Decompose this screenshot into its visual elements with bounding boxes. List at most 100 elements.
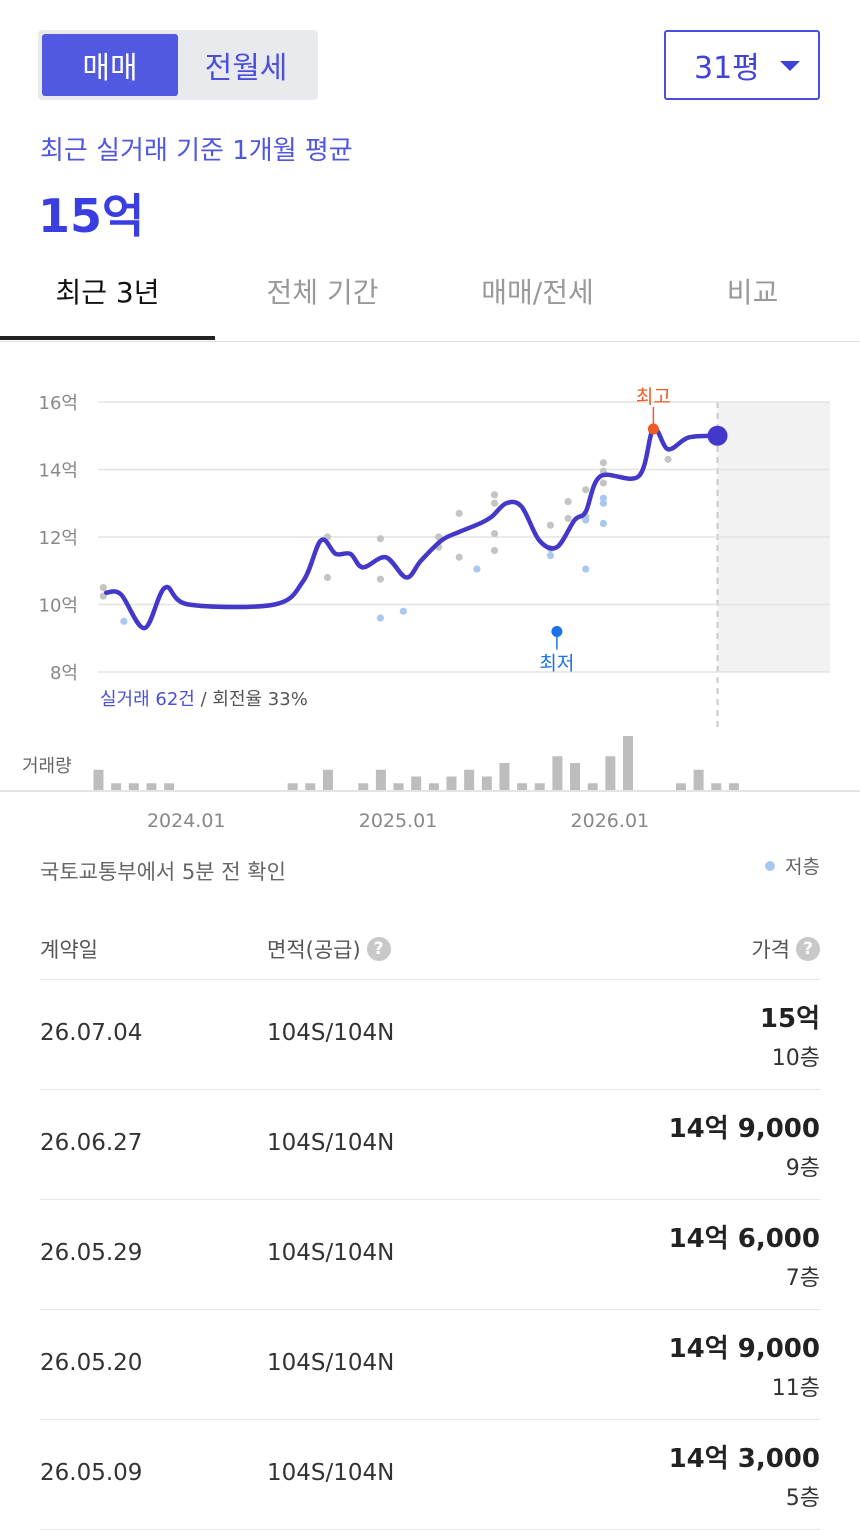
contract-date: 26.05.09 <box>40 1460 143 1486</box>
table-row[interactable]: 26.05.20 104S/104N 14억 9,000 11층 <box>40 1310 820 1420</box>
trade-count-summary: 실거래 62건 / 회전율 33% <box>100 689 308 710</box>
low-floor-deal-point <box>582 516 590 524</box>
contract-date: 26.06.27 <box>40 1130 143 1156</box>
period-tabs: 최근 3년 전체 기간 매매/전세 비교 <box>0 260 860 342</box>
trade-count-label[interactable]: 실거래 62건 <box>100 689 195 710</box>
volume-bar <box>711 783 722 790</box>
area-value: 104S/104N <box>267 1130 395 1156</box>
volume-bar <box>517 783 528 790</box>
volume-bar <box>111 783 122 790</box>
area-value: 104S/104N <box>267 1240 395 1266</box>
tab-sale-jeonse[interactable]: 매매/전세 <box>430 260 645 340</box>
header-area-label: 면적(공급) <box>267 938 361 962</box>
contract-date: 26.05.29 <box>40 1240 143 1266</box>
x-tick-label: 2025.01 <box>359 810 438 832</box>
volume-bar <box>164 783 175 790</box>
rent-tab-button[interactable]: 전월세 <box>178 34 314 96</box>
transactions-header: 계약일 면적(공급) ? 가격 ? <box>40 912 820 980</box>
deal-point <box>490 530 499 538</box>
deal-point <box>376 535 384 543</box>
volume-bar <box>411 776 422 790</box>
low-floor-deal-point <box>376 614 384 622</box>
tab-recent-3-years[interactable]: 최근 3년 <box>0 260 215 340</box>
deal-point <box>599 459 607 467</box>
deal-point <box>564 514 572 523</box>
size-dropdown[interactable]: 31평 <box>664 30 820 100</box>
table-row[interactable]: 26.05.09 104S/104N 14억 3,000 5층 <box>40 1420 820 1530</box>
deal-point <box>599 479 607 487</box>
floor-value: 9층 <box>785 1156 820 1181</box>
deal-point <box>564 497 572 506</box>
sale-tab-button[interactable]: 매매 <box>42 34 178 96</box>
price-trend-line <box>103 426 720 631</box>
price-value: 15억 <box>759 1004 820 1034</box>
table-row[interactable]: 26.05.29 104S/104N 14억 6,000 7층 <box>40 1200 820 1310</box>
volume-bar <box>499 763 510 790</box>
volume-label: 거래량 <box>22 756 72 777</box>
volume-bar <box>428 783 439 790</box>
low-floor-deal-point <box>582 565 590 573</box>
low-floor-deal-point <box>599 499 607 507</box>
volume-bar <box>675 783 686 790</box>
area-value: 104S/104N <box>267 1460 395 1486</box>
x-tick-label: 2024.01 <box>147 810 226 832</box>
volume-bar <box>358 783 369 790</box>
low-floor-deal-point <box>120 617 128 625</box>
price-chart[interactable]: 16억 14억 12억 10억 8억 최고최저실거래 62건 / 회전율 33% 거래량 20… <box>0 370 860 850</box>
deal-point <box>490 491 499 499</box>
low-floor-legend-dot <box>765 860 776 871</box>
deal-point <box>490 546 499 555</box>
table-row[interactable]: 26.06.27 104S/104N 14억 9,000 9층 <box>40 1090 820 1200</box>
average-price: 15억 <box>38 189 145 243</box>
price-value: 14억 3,000 <box>668 1444 820 1474</box>
floor-value: 5층 <box>785 1486 820 1511</box>
deal-point <box>376 575 384 583</box>
low-label: 최저 <box>539 653 574 675</box>
low-floor-legend-label: 저층 <box>785 856 820 878</box>
volume-bar <box>128 783 139 790</box>
deal-point <box>664 455 672 463</box>
x-tick-label: 2026.01 <box>571 810 650 832</box>
volume-bar <box>587 783 598 790</box>
volume-bar <box>146 783 157 790</box>
volume-bar <box>693 769 704 790</box>
volume-bar <box>552 756 563 790</box>
volume-bar <box>481 776 492 790</box>
header-price-label: 가격 <box>751 938 790 962</box>
volume-bar <box>305 783 316 790</box>
deal-point <box>455 553 463 561</box>
deal-point <box>546 521 555 529</box>
data-source-note: 국토교통부에서 5분 전 확인 <box>40 860 286 884</box>
volume-bar <box>446 776 457 790</box>
volume-bar <box>287 783 298 790</box>
active-tab-indicator <box>0 336 215 340</box>
floor-value: 11층 <box>771 1376 820 1401</box>
y-tick-label: 16억 <box>39 393 78 414</box>
high-point <box>647 423 659 435</box>
high-label: 최고 <box>636 386 671 408</box>
average-subtitle: 최근 실거래 기준 1개월 평균 <box>40 136 353 166</box>
table-row[interactable]: 26.07.04 104S/104N 15억 10층 <box>40 980 820 1090</box>
tab-all-period[interactable]: 전체 기간 <box>215 260 430 340</box>
chart-legend: 저층 <box>765 852 820 879</box>
caret-down-icon <box>780 61 800 71</box>
header-date-label: 계약일 <box>40 938 98 962</box>
turnover-label: / 회전율 33% <box>195 689 308 710</box>
tab-compare[interactable]: 비교 <box>645 260 860 340</box>
help-icon[interactable]: ? <box>796 937 820 961</box>
price-value: 14억 6,000 <box>668 1224 820 1254</box>
volume-bar <box>93 769 104 790</box>
contract-date: 26.07.04 <box>40 1020 143 1046</box>
deal-point <box>455 509 463 517</box>
floor-value: 7층 <box>785 1266 820 1291</box>
y-tick-label: 14억 <box>39 461 78 482</box>
volume-bar <box>375 769 386 790</box>
deal-point <box>99 584 107 592</box>
deal-point <box>490 499 499 507</box>
area-value: 104S/104N <box>267 1020 395 1046</box>
deal-point <box>582 486 590 494</box>
help-icon[interactable]: ? <box>366 937 391 961</box>
low-floor-deal-point <box>599 519 607 528</box>
volume-bar <box>464 769 475 790</box>
deal-point <box>323 573 332 582</box>
